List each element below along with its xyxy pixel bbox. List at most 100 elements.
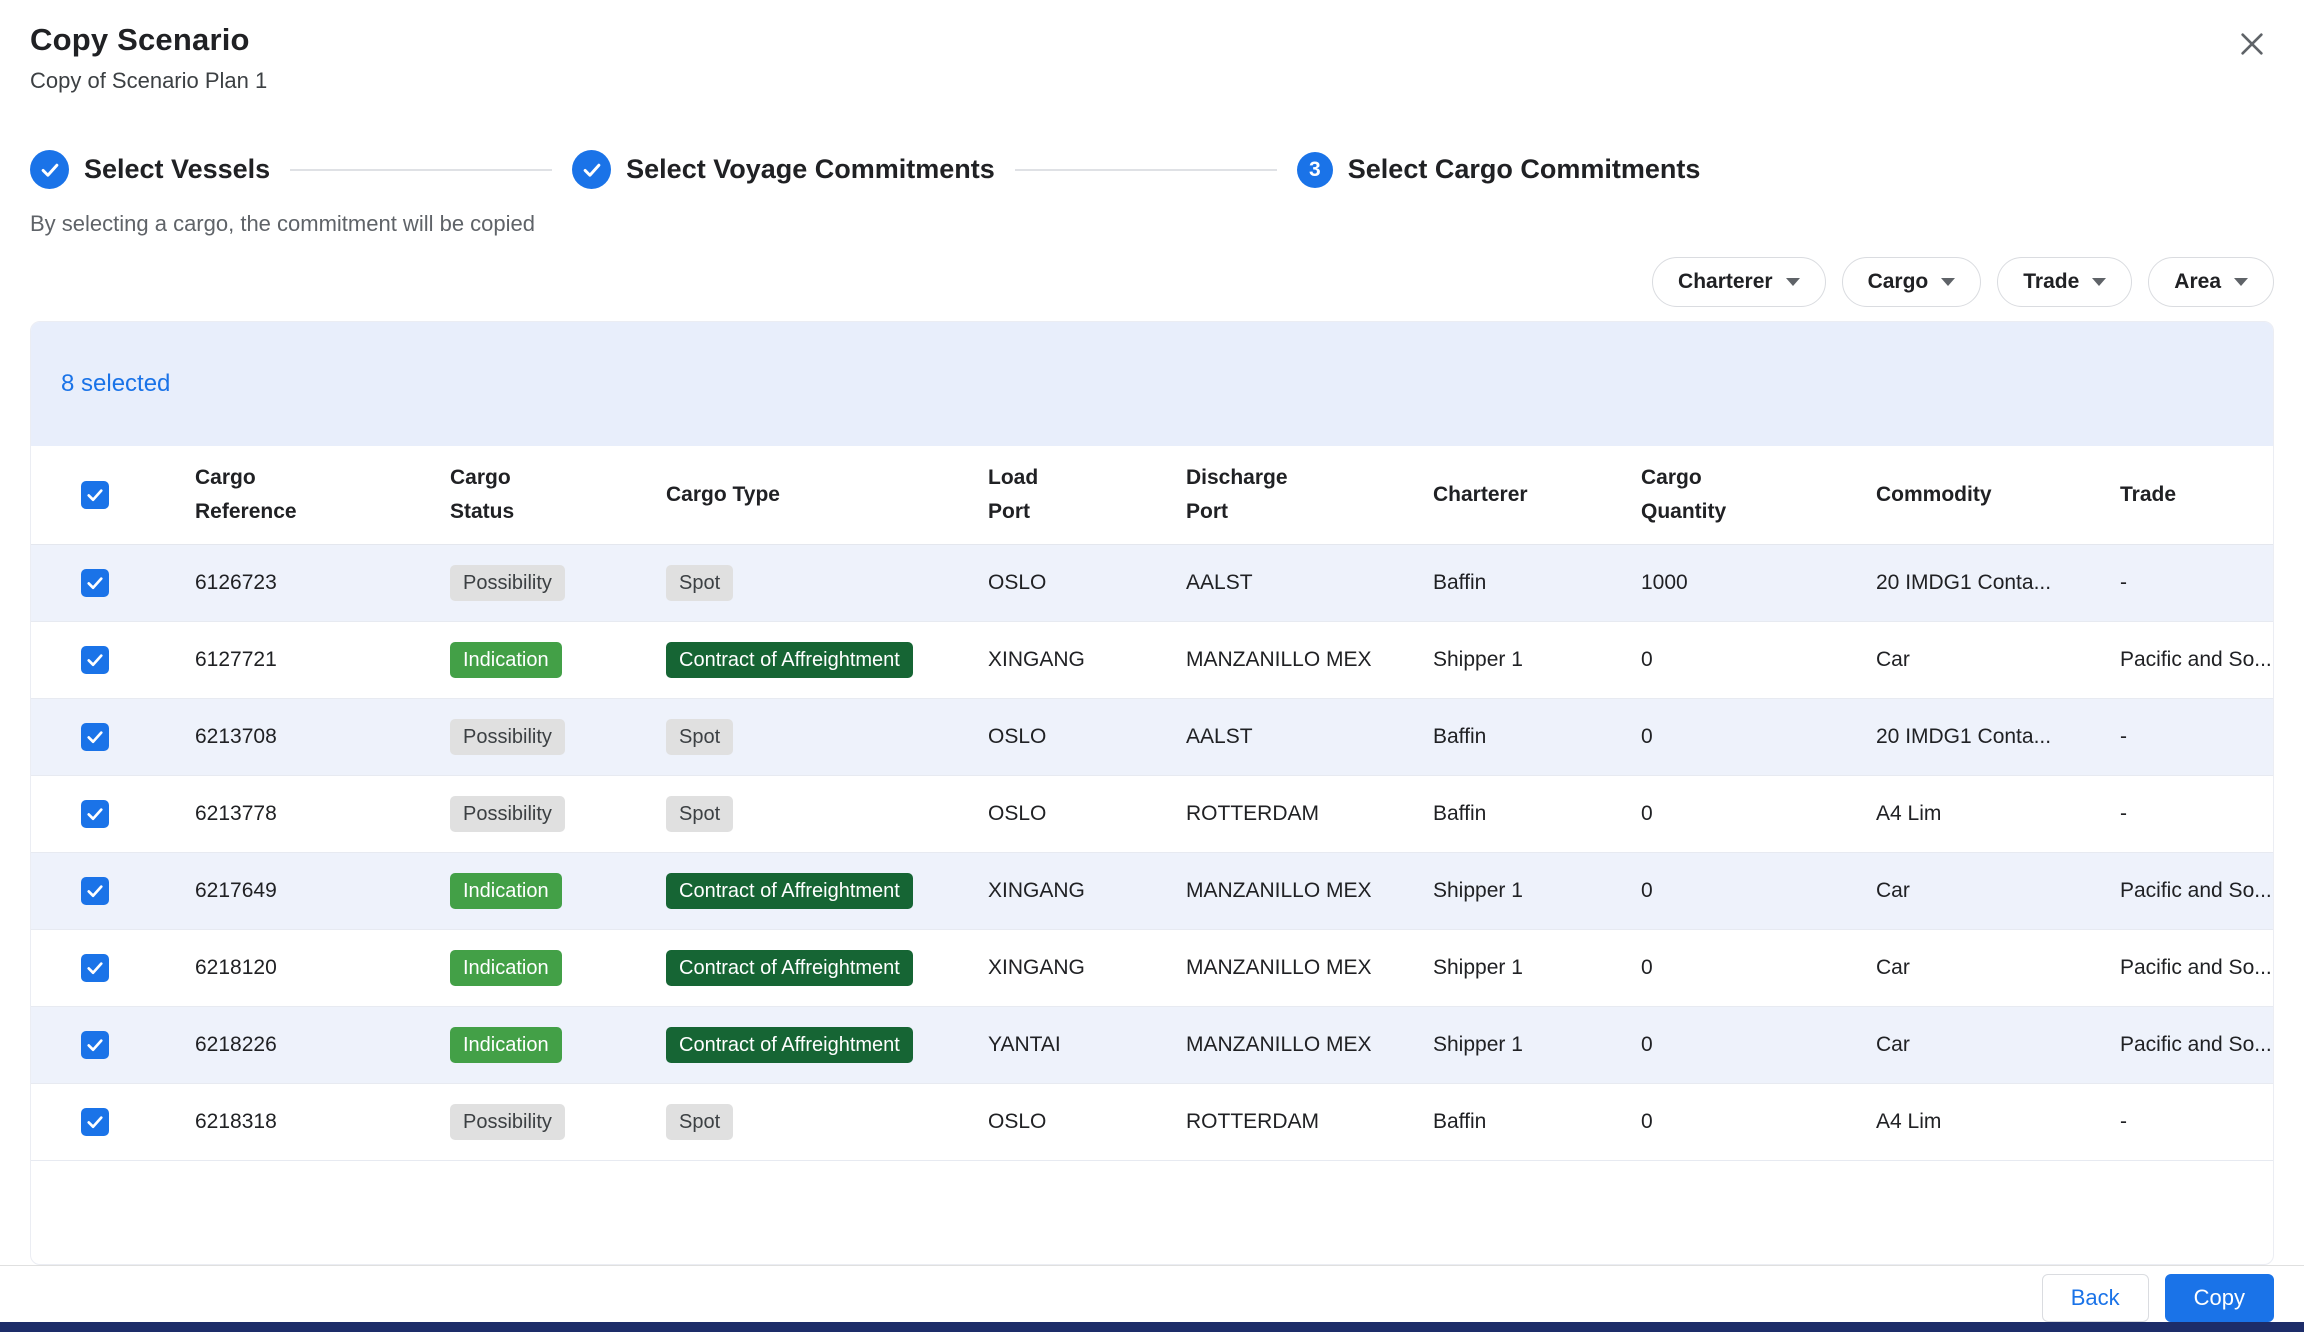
cell-charterer: Baffin — [1417, 725, 1625, 749]
cell-reference: 6218318 — [179, 1110, 434, 1134]
row-checkbox[interactable] — [81, 646, 109, 674]
checkbox-cell — [31, 800, 179, 828]
cell-type: Spot — [650, 719, 972, 755]
cell-charterer: Shipper 1 — [1417, 1033, 1625, 1057]
row-checkbox[interactable] — [81, 877, 109, 905]
cell-status: Indication — [434, 873, 650, 909]
filter-charterer-dropdown[interactable]: Charterer — [1652, 257, 1826, 307]
caret-down-icon — [1786, 278, 1800, 286]
cell-load_port: OSLO — [972, 1110, 1170, 1134]
checkbox-cell — [31, 877, 179, 905]
column-header-trade: Trade — [2104, 478, 2273, 512]
table-body: 6126723PossibilitySpotOSLOAALSTBaffin100… — [31, 545, 2273, 1161]
filter-label: Charterer — [1678, 270, 1773, 294]
table-row[interactable]: 6213778PossibilitySpotOSLOROTTERDAMBaffi… — [31, 776, 2273, 853]
cell-trade: - — [2104, 725, 2273, 749]
cell-discharge_port: MANZANILLO MEX — [1170, 648, 1417, 672]
filter-label: Cargo — [1868, 270, 1929, 294]
cell-commodity: Car — [1860, 1033, 2104, 1057]
table-row[interactable]: 6218226 Indication Contract of Affreightme… — [31, 1007, 2273, 1084]
row-checkbox[interactable] — [81, 1031, 109, 1059]
filter-trade-dropdown[interactable]: Trade — [1997, 257, 2132, 307]
column-header-reference: CargoReference — [179, 461, 434, 528]
status-badge: Indication — [450, 873, 562, 909]
cell-quantity: 0 — [1625, 879, 1860, 903]
cell-status: Indication — [434, 642, 650, 678]
status-badge: Indication — [450, 1027, 562, 1063]
dialog-title-block: Copy Scenario Copy of Scenario Plan 1 — [30, 22, 267, 94]
bottom-app-bar — [0, 1322, 2304, 1332]
cell-status: Possibility — [434, 719, 650, 755]
copy-scenario-dialog: Copy Scenario Copy of Scenario Plan 1 Se… — [0, 0, 2304, 1322]
table-row[interactable]: 6126723PossibilitySpotOSLOAALSTBaffin100… — [31, 545, 2273, 622]
cargo-commitments-table: 8 selected CargoReferenceCargoStatusCarg… — [30, 321, 2274, 1265]
select-all-checkbox[interactable] — [81, 481, 109, 509]
row-checkbox[interactable] — [81, 723, 109, 751]
row-checkbox[interactable] — [81, 800, 109, 828]
step-connector — [1015, 169, 1277, 171]
dialog-subtitle: Copy of Scenario Plan 1 — [30, 68, 267, 94]
type-badge: Contract of Affreightment — [666, 873, 913, 909]
cell-trade: Pacific and So... — [2104, 648, 2273, 672]
row-checkbox[interactable] — [81, 954, 109, 982]
checkbox-cell — [31, 646, 179, 674]
cell-quantity: 0 — [1625, 1033, 1860, 1057]
column-header-discharge_port: DischargePort — [1170, 461, 1417, 528]
cell-load_port: OSLO — [972, 571, 1170, 595]
close-icon[interactable] — [2230, 22, 2274, 66]
cell-status: Possibility — [434, 796, 650, 832]
cell-reference: 6127721 — [179, 648, 434, 672]
column-header-status: CargoStatus — [434, 461, 650, 528]
cell-charterer: Shipper 1 — [1417, 879, 1625, 903]
table-row[interactable]: 6127721IndicationContract of Affreightme… — [31, 622, 2273, 699]
filter-label: Area — [2174, 270, 2221, 294]
cell-quantity: 1000 — [1625, 571, 1860, 595]
cell-status: Indication — [434, 950, 650, 986]
filter-area-dropdown[interactable]: Area — [2148, 257, 2274, 307]
cell-commodity: A4 Lim — [1860, 1110, 2104, 1134]
cell-commodity: 20 IMDG1 Conta... — [1860, 571, 2104, 595]
status-badge: Possibility — [450, 719, 565, 755]
checkbox-cell — [31, 1031, 179, 1059]
selection-summary-bar: 8 selected — [31, 322, 2273, 446]
cell-load_port: XINGANG — [972, 879, 1170, 903]
table-row[interactable]: 6213708PossibilitySpotOSLOAALSTBaffin020… — [31, 699, 2273, 776]
stepper-step-1[interactable]: Select Vessels — [30, 150, 270, 189]
back-button[interactable]: Back — [2042, 1274, 2149, 1322]
row-checkbox[interactable] — [81, 1108, 109, 1136]
copy-button[interactable]: Copy — [2165, 1274, 2274, 1322]
helper-text: By selecting a cargo, the commitment wil… — [30, 211, 2274, 237]
cell-trade: Pacific and So... — [2104, 1033, 2273, 1057]
cell-type: Spot — [650, 565, 972, 601]
type-badge: Spot — [666, 719, 733, 755]
dialog-footer: Back Copy — [0, 1274, 2304, 1322]
status-badge: Possibility — [450, 796, 565, 832]
cell-status: Possibility — [434, 1104, 650, 1140]
checkbox-cell — [31, 1108, 179, 1136]
filter-cargo-dropdown[interactable]: Cargo — [1842, 257, 1982, 307]
cell-quantity: 0 — [1625, 802, 1860, 826]
cell-discharge_port: ROTTERDAM — [1170, 802, 1417, 826]
cell-type: Spot — [650, 1104, 972, 1140]
table-row[interactable]: 6218318PossibilitySpotOSLOROTTERDAMBaffi… — [31, 1084, 2273, 1161]
stepper-step-2[interactable]: Select Voyage Commitments — [572, 150, 995, 189]
table-row[interactable]: 6218120IndicationContract of Affreightme… — [31, 930, 2273, 1007]
stepper-step-3[interactable]: 3Select Cargo Commitments — [1297, 152, 1701, 188]
type-badge: Spot — [666, 1104, 733, 1140]
cell-discharge_port: MANZANILLO MEX — [1170, 1033, 1417, 1057]
cell-commodity: Car — [1860, 648, 2104, 672]
cell-quantity: 0 — [1625, 1110, 1860, 1134]
cell-reference: 6218226 — [179, 1033, 434, 1057]
table-row[interactable]: 6217649IndicationContract of Affreightme… — [31, 853, 2273, 930]
cell-discharge_port: MANZANILLO MEX — [1170, 879, 1417, 903]
cell-reference: 6213778 — [179, 802, 434, 826]
cell-load_port: OSLO — [972, 802, 1170, 826]
caret-down-icon — [2092, 278, 2106, 286]
cell-charterer: Shipper 1 — [1417, 956, 1625, 980]
row-checkbox[interactable] — [81, 569, 109, 597]
cell-status: Indication — [434, 1027, 650, 1063]
caret-down-icon — [2234, 278, 2248, 286]
type-badge: Contract of Affreightment — [666, 950, 913, 986]
step-number-icon: 3 — [1297, 152, 1333, 188]
cell-type: Contract of Affreightment — [650, 1027, 972, 1063]
